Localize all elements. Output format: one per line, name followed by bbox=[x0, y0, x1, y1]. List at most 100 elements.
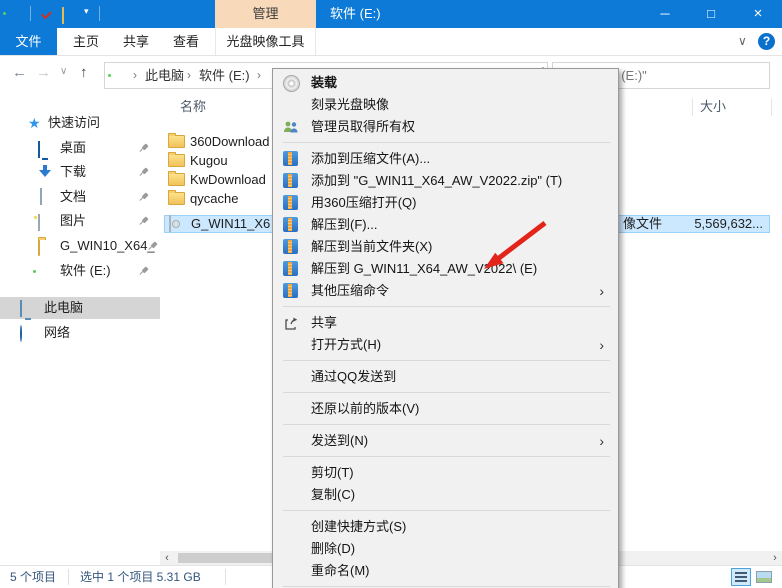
zip-icon bbox=[283, 239, 298, 254]
menu-item-label: 复制(C) bbox=[311, 484, 355, 506]
breadcrumb-separator: › bbox=[187, 63, 191, 88]
history-chevron-icon[interactable]: ∨ bbox=[60, 66, 67, 77]
sidebar-item-downloads[interactable]: 下载 bbox=[0, 161, 160, 183]
pin-icon bbox=[135, 214, 151, 230]
menu-separator bbox=[283, 392, 610, 393]
close-button[interactable]: × bbox=[734, 0, 782, 28]
sidebar-item-pictures[interactable]: 图片 bbox=[0, 210, 160, 232]
column-header-name[interactable]: 名称 bbox=[180, 96, 206, 118]
column-header-size[interactable]: 大小 bbox=[700, 96, 726, 118]
menu-separator bbox=[283, 424, 610, 425]
file-name: qycache bbox=[190, 189, 238, 208]
menu-item-restore-previous-versions[interactable]: 还原以前的版本(V) bbox=[273, 398, 618, 420]
folder-icon bbox=[168, 192, 185, 205]
sidebar-item-desktop[interactable]: 桌面 bbox=[0, 137, 160, 159]
breadcrumb-separator: › bbox=[257, 63, 261, 88]
menu-item-label: 管理员取得所有权 bbox=[311, 116, 415, 138]
menu-item-add-to-named-zip[interactable]: 添加到 "G_WIN11_X64_AW_V2022.zip" (T) bbox=[273, 170, 618, 192]
breadcrumb-this-pc[interactable]: 此电脑 bbox=[145, 63, 184, 88]
manage-contextual-tab[interactable]: 管理 bbox=[215, 0, 316, 28]
sidebar-item-g-win10-folder[interactable]: G_WIN10_X64_ bbox=[0, 235, 160, 257]
menu-item-cut[interactable]: 剪切(T) bbox=[273, 462, 618, 484]
sidebar-item-this-pc[interactable]: 此电脑 bbox=[0, 297, 160, 319]
menu-item-take-ownership[interactable]: 管理员取得所有权 bbox=[273, 116, 618, 138]
submenu-chevron-icon: › bbox=[599, 280, 604, 302]
sidebar-item-label: 文档 bbox=[60, 186, 86, 208]
new-folder-qat-icon[interactable] bbox=[62, 7, 64, 24]
menu-item-mount[interactable]: 装载 bbox=[273, 72, 618, 94]
menu-item-label: 还原以前的版本(V) bbox=[311, 398, 419, 420]
sidebar-item-quick-access[interactable]: ★ 快速访问 bbox=[0, 112, 160, 134]
breadcrumb-drive-e[interactable]: 软件 (E:) bbox=[199, 63, 250, 88]
menu-item-label: 刻录光盘映像 bbox=[311, 94, 389, 116]
window-title: 软件 (E:) bbox=[330, 0, 381, 28]
maximize-button[interactable]: □ bbox=[688, 0, 734, 28]
tab-home[interactable]: 主页 bbox=[62, 28, 110, 55]
file-name: Kugou bbox=[190, 151, 228, 170]
menu-item-label: 添加到压缩文件(A)... bbox=[311, 148, 430, 170]
breadcrumb-separator: › bbox=[133, 63, 137, 88]
explorer-window: ▾ 管理 软件 (E:) ─ □ × 文件 主页 共享 查看 光盘映像工具 ∨ … bbox=[0, 0, 782, 588]
menu-item-add-to-archive[interactable]: 添加到压缩文件(A)... bbox=[273, 148, 618, 170]
up-icon[interactable]: ↑ bbox=[80, 64, 88, 81]
sidebar-item-drive-e[interactable]: 软件 (E:) bbox=[0, 260, 160, 282]
details-view-button[interactable] bbox=[731, 568, 751, 586]
menu-separator bbox=[283, 586, 610, 587]
sidebar-item-label: 桌面 bbox=[60, 137, 86, 159]
menu-item-create-shortcut[interactable]: 创建快捷方式(S) bbox=[273, 516, 618, 538]
menu-item-label: 用360压缩打开(Q) bbox=[311, 192, 416, 214]
sidebar-item-documents[interactable]: 文档 bbox=[0, 186, 160, 208]
menu-item-label: 解压到 G_WIN11_X64_AW_V2022\ (E) bbox=[311, 258, 537, 280]
menu-separator bbox=[283, 510, 610, 511]
sidebar-item-label: 此电脑 bbox=[44, 297, 83, 319]
menu-item-rename[interactable]: 重命名(M) bbox=[273, 560, 618, 582]
scroll-right-icon[interactable]: › bbox=[768, 551, 782, 565]
qat-dropdown-icon[interactable]: ▾ bbox=[84, 6, 89, 17]
menu-item-extract-to[interactable]: 解压到(F)... bbox=[273, 214, 618, 236]
back-icon[interactable]: ← bbox=[12, 64, 27, 81]
zip-icon bbox=[283, 151, 298, 166]
file-size: 5,569,632... bbox=[694, 216, 763, 232]
menu-item-send-via-qq[interactable]: 通过QQ发送到 bbox=[273, 366, 618, 388]
minimize-button[interactable]: ─ bbox=[642, 0, 688, 28]
menu-item-delete[interactable]: 删除(D) bbox=[273, 538, 618, 560]
collapse-ribbon-chevron-icon[interactable]: ∨ bbox=[738, 34, 747, 48]
thumbnail-view-icon bbox=[756, 571, 772, 583]
scroll-left-icon[interactable]: ‹ bbox=[160, 551, 174, 565]
tab-view[interactable]: 查看 bbox=[162, 28, 210, 55]
context-menu: 装载 刻录光盘映像 管理员取得所有权 添加到压缩文件(A)... 添加到 "G_… bbox=[272, 68, 619, 588]
tab-disc-image-tools[interactable]: 光盘映像工具 bbox=[215, 28, 316, 55]
menu-item-share[interactable]: 共享 bbox=[273, 312, 618, 334]
sidebar-item-label: 软件 (E:) bbox=[60, 260, 111, 282]
tab-share[interactable]: 共享 bbox=[112, 28, 160, 55]
zip-icon bbox=[283, 217, 298, 232]
selection-summary: 选中 1 个项目 5.31 GB bbox=[80, 566, 201, 588]
menu-item-send-to[interactable]: 发送到(N) › bbox=[273, 430, 618, 452]
menu-item-extract-here[interactable]: 解压到当前文件夹(X) bbox=[273, 236, 618, 258]
sidebar-item-network[interactable]: 网络 bbox=[0, 322, 160, 344]
pin-icon bbox=[135, 190, 151, 206]
forward-icon[interactable]: → bbox=[36, 64, 51, 81]
menu-item-burn-disc-image[interactable]: 刻录光盘映像 bbox=[273, 94, 618, 116]
menu-item-other-compress-commands[interactable]: 其他压缩命令 › bbox=[273, 280, 618, 302]
title-bar: ▾ 管理 软件 (E:) ─ □ × bbox=[0, 0, 782, 28]
column-divider[interactable] bbox=[771, 98, 772, 116]
menu-item-open-with[interactable]: 打开方式(H) › bbox=[273, 334, 618, 356]
help-icon[interactable]: ? bbox=[758, 33, 775, 50]
file-type: 像文件 bbox=[623, 216, 662, 232]
pin-icon bbox=[135, 141, 151, 157]
thumbnail-view-button[interactable] bbox=[754, 568, 774, 586]
details-view-icon bbox=[735, 572, 747, 582]
folder-icon bbox=[168, 135, 185, 148]
menu-item-open-with-360zip[interactable]: 用360压缩打开(Q) bbox=[273, 192, 618, 214]
menu-separator bbox=[283, 360, 610, 361]
menu-item-copy[interactable]: 复制(C) bbox=[273, 484, 618, 506]
items-count: 5 个项目 bbox=[10, 566, 56, 588]
column-divider[interactable] bbox=[692, 98, 693, 116]
status-divider bbox=[68, 569, 69, 585]
tab-file[interactable]: 文件 bbox=[0, 28, 57, 55]
menu-item-extract-to-named-folder[interactable]: 解压到 G_WIN11_X64_AW_V2022\ (E) bbox=[273, 258, 618, 280]
submenu-chevron-icon: › bbox=[599, 334, 604, 356]
folder-icon bbox=[168, 173, 185, 186]
network-icon bbox=[20, 325, 22, 342]
